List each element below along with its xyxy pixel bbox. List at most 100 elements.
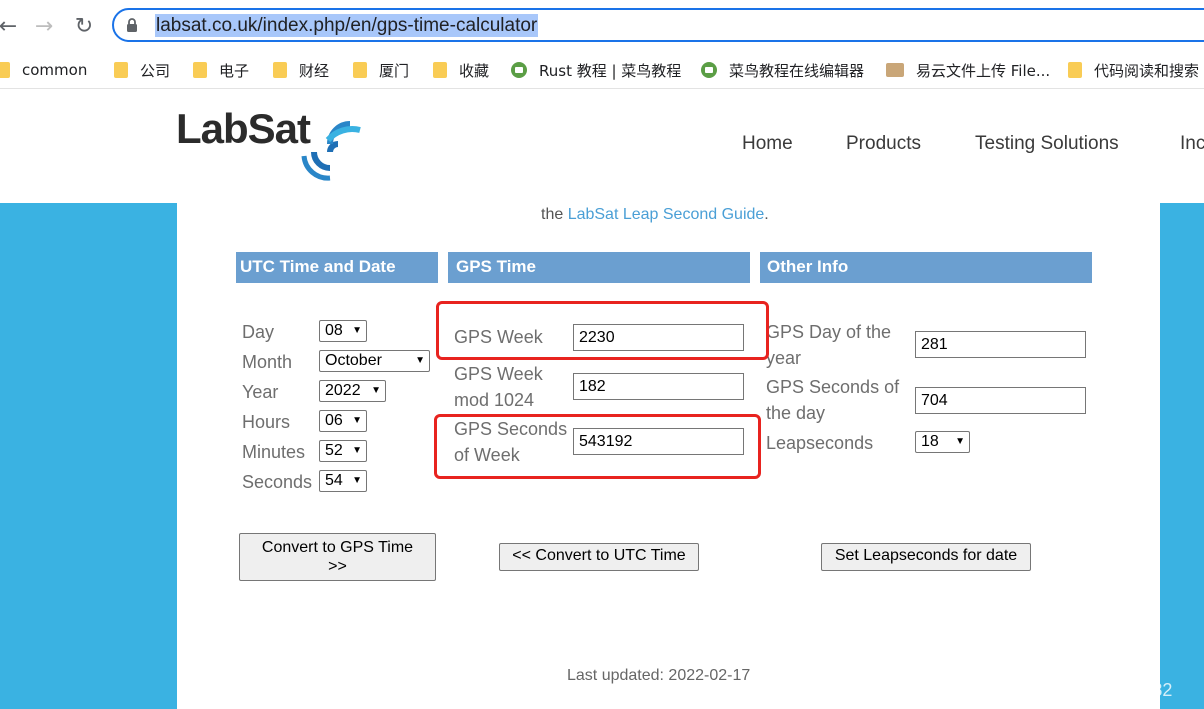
back-icon[interactable]: ← — [0, 12, 22, 40]
convert-to-gps-label: Convert to GPS Time — [261, 539, 414, 556]
folder-icon — [433, 62, 447, 78]
minutes-label: Minutes — [242, 442, 306, 462]
bookmark-label: common — [22, 61, 88, 79]
seconds-select[interactable]: 54 ▼ — [319, 470, 367, 492]
day-value: 08 — [325, 322, 343, 339]
gps-week-mod-label-line2: mod 1024 — [454, 390, 535, 410]
gps-week-mod-label-line1: GPS Week — [454, 364, 543, 384]
gps-week-mod-label: GPS Week mod 1024 — [454, 361, 543, 413]
bookmark-finance[interactable]: 财经 — [273, 58, 329, 82]
bookmark-label: 电子 — [219, 61, 250, 80]
nav-home[interactable]: Home — [742, 133, 793, 155]
gps-seconds-of-day-input[interactable]: 704 — [915, 387, 1086, 414]
intro-suffix: . — [764, 206, 769, 223]
chevron-down-icon: ▼ — [352, 415, 362, 426]
minutes-value: 52 — [325, 442, 343, 459]
bookmark-common[interactable]: common — [0, 58, 87, 82]
bookmark-label: 收藏 — [459, 61, 490, 80]
site-icon — [701, 62, 717, 78]
bookmark-online-editor[interactable]: 菜鸟教程在线编辑器 — [701, 58, 864, 82]
chevron-down-icon: ▼ — [371, 385, 381, 396]
leapseconds-label: Leapseconds — [766, 433, 874, 453]
bookmarks-bar: common 公司 电子 财经 厦门 收藏 Rust 教程 | 菜鸟教程 菜鸟教… — [0, 52, 1204, 89]
nav-products[interactable]: Products — [846, 133, 921, 155]
forward-icon[interactable]: → — [30, 12, 58, 40]
intro-text: the LabSat Leap Second Guide. — [541, 206, 769, 224]
other-section-header: Other Info — [760, 252, 1092, 283]
seconds-value: 54 — [325, 472, 343, 489]
folder-icon — [273, 62, 287, 78]
sod-label-line2: the day — [766, 403, 826, 423]
highlight-box-gps-seconds — [434, 414, 761, 479]
chevron-down-icon: ▼ — [352, 325, 362, 336]
lock-icon — [127, 18, 137, 32]
bookmark-label: 代码阅读和搜索 — [1094, 61, 1200, 80]
folder-icon — [1068, 62, 1082, 78]
bookmark-favorites[interactable]: 收藏 — [433, 58, 489, 82]
bookmark-label: 易云文件上传 File... — [916, 61, 1051, 80]
year-select[interactable]: 2022 ▼ — [319, 380, 386, 402]
watermark: CSDN @sinat_36070482 — [970, 680, 1173, 700]
left-background-band — [0, 203, 177, 709]
site-icon — [511, 62, 527, 78]
gps-week-mod-input[interactable]: 182 — [573, 373, 744, 400]
convert-to-gps-arrow: >> — [328, 558, 347, 575]
folder-icon — [353, 62, 367, 78]
chevron-down-icon: ▼ — [352, 445, 362, 456]
year-label: Year — [242, 382, 279, 402]
right-background-band — [1160, 203, 1204, 709]
chevron-down-icon: ▼ — [955, 436, 965, 447]
hours-select[interactable]: 06 ▼ — [319, 410, 367, 432]
month-select[interactable]: October ▼ — [319, 350, 430, 372]
chevron-down-icon: ▼ — [352, 475, 362, 486]
sod-label-line1: GPS Seconds of — [766, 377, 900, 397]
site-logo[interactable]: LabSat — [176, 105, 311, 153]
nav-testing-solutions[interactable]: Testing Solutions — [975, 133, 1119, 155]
bookmark-label: Rust 教程 | 菜鸟教程 — [539, 61, 682, 80]
url-text[interactable]: labsat.co.uk/index.php/en/gps-time-calcu… — [155, 14, 539, 37]
bookmark-label: 菜鸟教程在线编辑器 — [729, 61, 865, 80]
bookmark-xiamen[interactable]: 厦门 — [353, 58, 409, 82]
bookmark-company[interactable]: 公司 — [114, 58, 170, 82]
doy-label-line1: GPS Day of the — [766, 322, 892, 342]
bookmark-label: 厦门 — [379, 61, 410, 80]
chevron-down-icon: ▼ — [415, 355, 425, 366]
day-label: Day — [242, 322, 275, 342]
convert-to-gps-button[interactable]: Convert to GPS Time >> — [239, 533, 436, 581]
nav-inc[interactable]: Inc — [1180, 133, 1204, 155]
bookmark-label: 财经 — [299, 61, 330, 80]
gps-day-of-year-input[interactable]: 281 — [915, 331, 1086, 358]
leap-second-guide-link[interactable]: LabSat Leap Second Guide — [568, 206, 765, 223]
year-value: 2022 — [325, 382, 361, 399]
month-value: October — [325, 352, 382, 369]
gps-seconds-of-day-label: GPS Seconds of the day — [766, 374, 899, 426]
bookmark-code-search[interactable]: 代码阅读和搜索 — [1068, 58, 1199, 82]
intro-prefix: the — [541, 206, 568, 223]
gps-section-header: GPS Time — [448, 252, 750, 283]
minutes-select[interactable]: 52 ▼ — [319, 440, 367, 462]
set-leapseconds-button[interactable]: Set Leapseconds for date — [821, 543, 1031, 571]
hours-value: 06 — [325, 412, 343, 429]
doy-label-line2: year — [766, 348, 802, 368]
highlight-box-gps-week — [436, 301, 769, 360]
utc-section-header: UTC Time and Date — [236, 252, 438, 283]
bookmark-electronics[interactable]: 电子 — [193, 58, 249, 82]
bookmark-file-upload[interactable]: 易云文件上传 File... — [886, 58, 1050, 82]
convert-to-utc-button[interactable]: << Convert to UTC Time — [499, 543, 699, 571]
bookmark-label: 公司 — [140, 61, 171, 80]
cloud-icon — [886, 63, 904, 77]
month-label: Month — [242, 352, 293, 372]
day-select[interactable]: 08 ▼ — [319, 320, 367, 342]
leapseconds-value: 18 — [921, 433, 939, 450]
reload-icon[interactable]: ↻ — [70, 12, 98, 40]
folder-icon — [0, 62, 10, 78]
hours-label: Hours — [242, 412, 291, 432]
folder-icon — [193, 62, 207, 78]
seconds-label: Seconds — [242, 472, 313, 492]
leapseconds-select[interactable]: 18 ▼ — [915, 431, 970, 453]
folder-icon — [114, 62, 128, 78]
gps-day-of-year-label: GPS Day of the year — [766, 319, 891, 371]
signal-waves-icon — [301, 121, 361, 181]
last-updated-text: Last updated: 2022-02-17 — [567, 667, 751, 684]
bookmark-rust-tutorial[interactable]: Rust 教程 | 菜鸟教程 — [511, 58, 681, 82]
